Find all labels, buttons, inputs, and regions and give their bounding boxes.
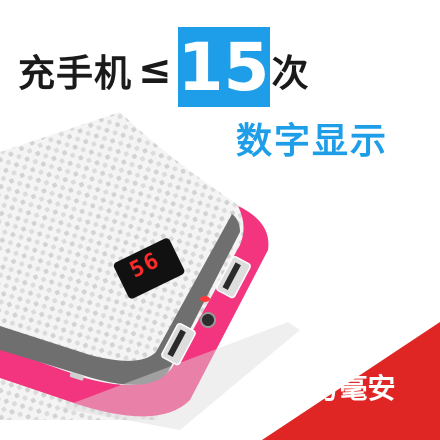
charge-count-badge: 15	[177, 27, 270, 107]
headline: 充手机 ≤ 15 次	[18, 27, 310, 107]
capacity-label: 3万毫安	[292, 372, 396, 405]
indicator-led	[200, 296, 210, 302]
headline-prefix: 充手机	[18, 52, 132, 95]
less-equal-symbol: ≤	[138, 47, 172, 93]
product-ad-image: 充手机 ≤ 15 次 数字显示 56 3万毫安	[0, 0, 440, 440]
power-button	[200, 312, 216, 328]
subheadline: 数字显示	[236, 121, 389, 162]
headline-suffix: 次	[271, 52, 310, 95]
